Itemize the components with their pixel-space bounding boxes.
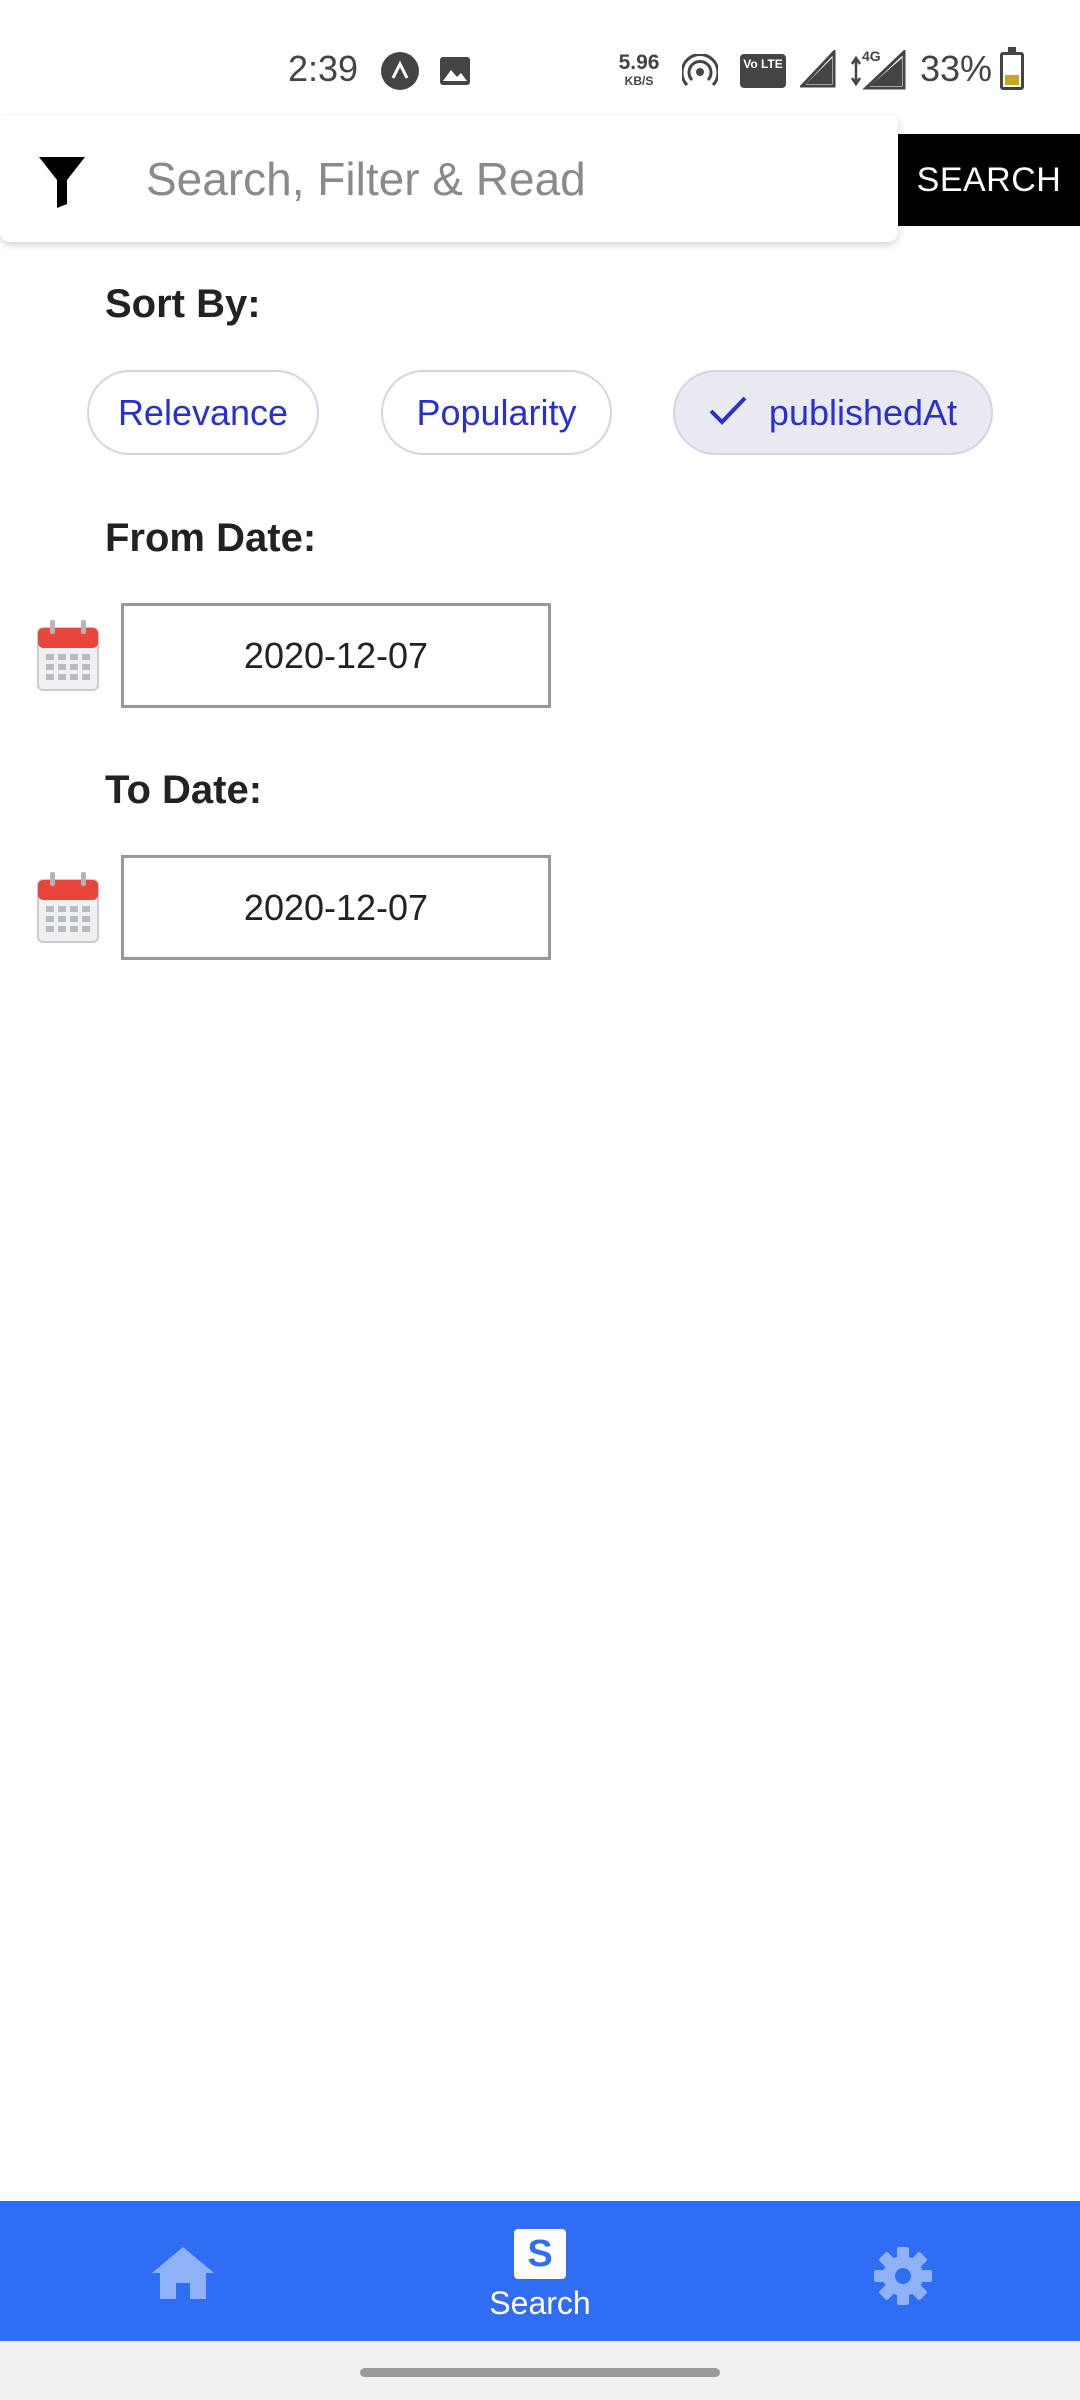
nav-item-search-label: Search [489, 2285, 591, 2321]
calendar-icon[interactable] [36, 618, 100, 692]
filter-icon[interactable] [38, 156, 86, 213]
sort-chip-popularity[interactable]: Popularity [381, 370, 612, 455]
to-date-field[interactable]: 2020-12-07 [121, 855, 551, 960]
app-notification-icon [381, 52, 419, 90]
search-screen: 2:39 5.96 KB/S Vo LTE 4G 33% SEARCH [0, 0, 1080, 2400]
home-icon[interactable] [150, 2245, 216, 2306]
network-speed: 5.96 KB/S [614, 52, 664, 87]
check-icon [709, 392, 747, 434]
battery-percent: 33% [920, 48, 993, 89]
gesture-handle[interactable] [360, 2368, 720, 2377]
gear-icon[interactable] [872, 2245, 934, 2312]
battery-charging-icon [1000, 47, 1024, 90]
calendar-icon[interactable] [36, 870, 100, 944]
signal-icon [846, 48, 906, 95]
gesture-nav-area [0, 2341, 1080, 2400]
search-s-icon: S [514, 2229, 566, 2279]
hotspot-icon [680, 53, 720, 95]
nav-item-search[interactable]: S Search [440, 2229, 640, 2329]
sort-chip-publishedat[interactable]: publishedAt [673, 370, 993, 455]
from-date-label: From Date: [105, 516, 317, 560]
search-button[interactable]: SEARCH [898, 134, 1080, 226]
search-input[interactable] [146, 146, 846, 212]
to-date-label: To Date: [105, 768, 263, 812]
volte-icon: Vo LTE [740, 54, 786, 88]
from-date-field[interactable]: 2020-12-07 [121, 603, 551, 708]
sort-chip-label: Popularity [416, 391, 577, 433]
signal-icon [798, 48, 836, 93]
status-bar: 2:39 5.96 KB/S Vo LTE 4G 33% [0, 0, 1080, 110]
image-notification-icon [439, 56, 471, 91]
bottom-nav: S Search [0, 2201, 1080, 2341]
search-bar [0, 116, 898, 242]
sort-by-label: Sort By: [105, 282, 261, 326]
status-time: 2:39 [288, 48, 359, 89]
network-speed-unit: KB/S [624, 74, 654, 88]
sort-chip-label: publishedAt [768, 391, 958, 433]
sort-chip-relevance[interactable]: Relevance [87, 370, 319, 455]
network-speed-value: 5.96 [618, 51, 660, 74]
sort-chip-label: Relevance [117, 391, 289, 433]
